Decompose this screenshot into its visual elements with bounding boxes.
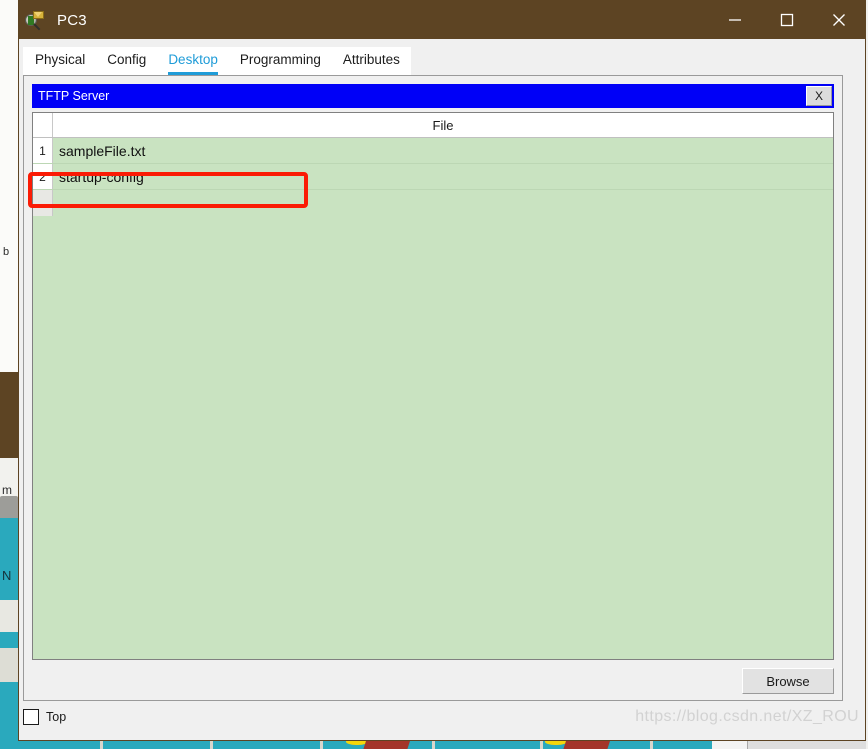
background-glyph-m: m bbox=[2, 483, 12, 497]
watermark: https://blog.csdn.net/XZ_ROU bbox=[635, 708, 859, 725]
browse-row: Browse bbox=[32, 668, 834, 694]
file-table-header: File bbox=[33, 113, 833, 138]
background-left-brown-strip bbox=[0, 372, 18, 458]
row-file-name[interactable]: startup-config bbox=[53, 164, 833, 189]
background-left-white-strip-2 bbox=[0, 600, 18, 632]
file-table-header-file: File bbox=[53, 113, 833, 137]
background-left-teal-area bbox=[0, 518, 18, 749]
pc3-window: PC3 Physical Config Desktop Programming … bbox=[18, 0, 866, 741]
tab-programming[interactable]: Programming bbox=[240, 52, 321, 75]
tab-strip: Physical Config Desktop Programming Attr… bbox=[23, 47, 411, 75]
file-table-body: 1 sampleFile.txt 2 startup-config bbox=[33, 138, 833, 659]
row-file-name[interactable]: sampleFile.txt bbox=[53, 138, 833, 163]
tab-attributes[interactable]: Attributes bbox=[343, 52, 400, 75]
window-controls bbox=[709, 1, 865, 39]
background-glyph-b: b bbox=[3, 246, 10, 258]
close-button[interactable] bbox=[813, 1, 865, 39]
top-checkbox[interactable] bbox=[23, 709, 39, 725]
top-checkbox-label: Top bbox=[46, 710, 67, 724]
close-icon bbox=[833, 14, 845, 26]
table-row[interactable]: 2 startup-config bbox=[33, 164, 833, 190]
tftp-close-button[interactable]: X bbox=[806, 86, 832, 106]
window-titlebar: PC3 bbox=[19, 1, 865, 39]
window-content: Physical Config Desktop Programming Attr… bbox=[19, 39, 865, 740]
row-number: 1 bbox=[33, 138, 53, 163]
tab-config[interactable]: Config bbox=[107, 52, 146, 75]
file-table-header-rownum bbox=[33, 113, 53, 137]
row-number: 2 bbox=[33, 164, 53, 189]
tftp-server-title: TFTP Server bbox=[38, 89, 110, 103]
screenshot-root: b m N PC3 Physical Config Desktop Progra… bbox=[0, 0, 868, 749]
maximize-icon bbox=[780, 13, 794, 27]
background-left-white-strip-3 bbox=[0, 648, 18, 682]
file-table[interactable]: File 1 sampleFile.txt 2 startup-config bbox=[32, 112, 834, 660]
window-title: PC3 bbox=[57, 11, 87, 29]
table-empty-area bbox=[33, 190, 833, 216]
tab-desktop[interactable]: Desktop bbox=[168, 52, 218, 75]
table-row[interactable]: 1 sampleFile.txt bbox=[33, 138, 833, 164]
background-glyph-n: N bbox=[2, 568, 12, 583]
packet-tracer-inspect-icon bbox=[25, 11, 44, 31]
tab-physical[interactable]: Physical bbox=[35, 52, 85, 75]
desktop-app-panel: TFTP Server X File 1 sampleFile.txt 2 st… bbox=[23, 75, 843, 701]
top-checkbox-row: Top bbox=[23, 709, 66, 725]
background-left-panel bbox=[0, 0, 19, 372]
maximize-button[interactable] bbox=[761, 1, 813, 39]
tftp-server-titlebar: TFTP Server X bbox=[32, 84, 834, 108]
minimize-button[interactable] bbox=[709, 1, 761, 39]
minimize-icon bbox=[729, 19, 741, 21]
browse-button[interactable]: Browse bbox=[742, 668, 834, 694]
